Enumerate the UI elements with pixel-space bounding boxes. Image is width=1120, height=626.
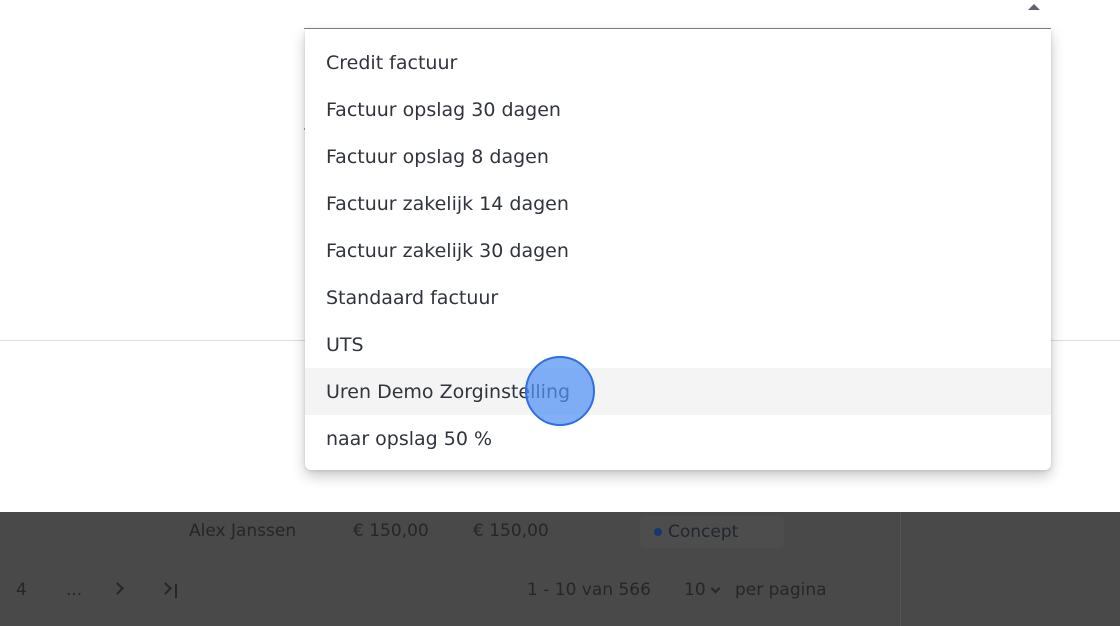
dropdown-option[interactable]: Factuur zakelijk 30 dagen (305, 227, 1051, 274)
dimmed-background: Alex Janssen € 150,00 € 150,00 Concept 4… (0, 512, 1120, 626)
table-cell-name: Alex Janssen (189, 521, 297, 541)
last-page-icon[interactable] (159, 582, 172, 595)
status-badge: Concept (640, 516, 784, 548)
chevron-right-icon[interactable] (111, 582, 124, 595)
status-dot-icon (654, 528, 662, 536)
page-number[interactable]: 4 (16, 580, 27, 600)
chevron-up-icon[interactable] (1028, 4, 1040, 10)
invoice-template-dropdown: Credit factuur Factuur opslag 30 dagen F… (305, 29, 1051, 470)
dropdown-option[interactable]: Standaard factuur (305, 274, 1051, 321)
column-divider (900, 512, 901, 626)
per-page-value: 10 (684, 580, 706, 600)
dropdown-option-hovered[interactable]: Uren Demo Zorginstelling (305, 368, 1051, 415)
pagination-range: 1 - 10 van 566 (527, 580, 651, 600)
dropdown-option[interactable]: UTS (305, 321, 1051, 368)
dropdown-option[interactable]: Factuur opslag 30 dagen (305, 86, 1051, 133)
per-page-label: per pagina (735, 580, 827, 600)
per-page-select[interactable]: 10 (684, 580, 721, 600)
dropdown-option[interactable]: Factuur opslag 8 dagen (305, 133, 1051, 180)
chevron-down-icon (710, 583, 721, 594)
page-ellipsis: ... (66, 580, 83, 600)
last-page-bar (175, 584, 177, 598)
table-cell-amount: € 150,00 (473, 521, 549, 541)
dropdown-option[interactable]: Factuur zakelijk 14 dagen (305, 180, 1051, 227)
table-cell-amount: € 150,00 (353, 521, 429, 541)
dropdown-option[interactable]: Credit factuur (305, 39, 1051, 86)
dropdown-option[interactable]: naar opslag 50 % (305, 415, 1051, 462)
status-label: Concept (668, 522, 739, 542)
